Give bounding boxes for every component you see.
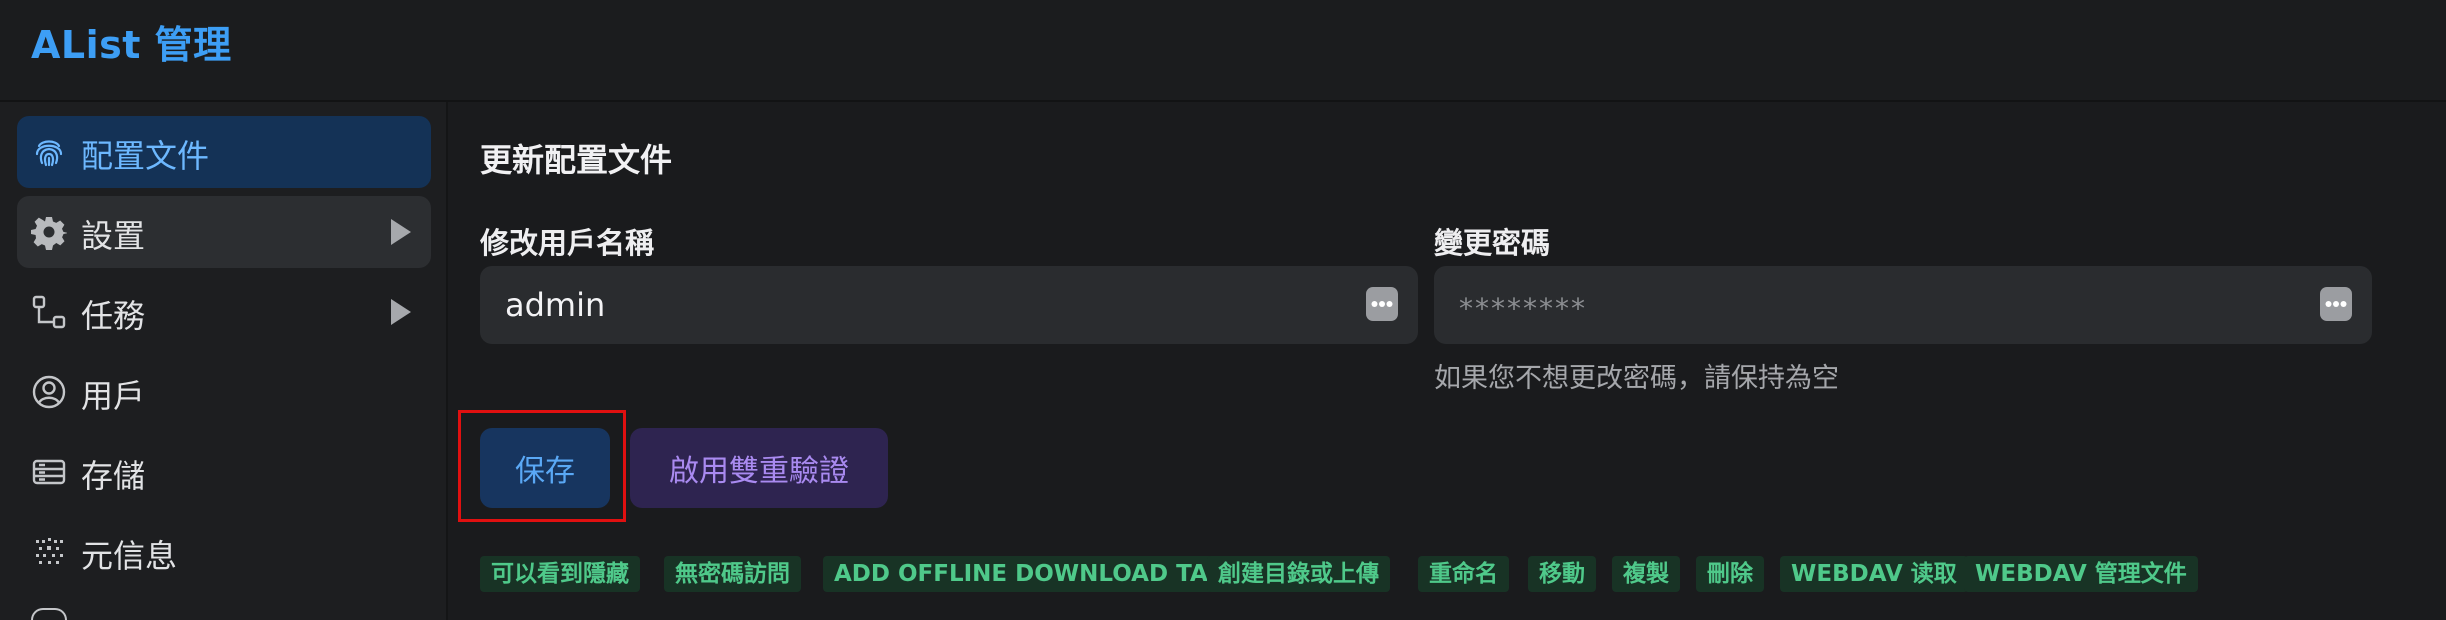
main-content: 更新配置文件 修改用戶名稱 admin 變更密碼 ******** 如果您不想更… (448, 102, 2446, 620)
permission-tag: ADD OFFLINE DOWNLOAD TASKS (823, 556, 1270, 592)
more-dots-icon (1371, 301, 1393, 307)
sidebar-item-profile[interactable]: 配置文件 (17, 116, 431, 188)
password-field[interactable]: ******** (1434, 266, 2372, 344)
password-label: 變更密碼 (1434, 226, 1551, 260)
sidebar-item-label: 元信息 (81, 537, 178, 575)
sidebar-item-label: 用戶 (81, 377, 146, 415)
permission-tag: WEBDAV 读取 (1780, 556, 1968, 592)
sidebar-item-label: 配置文件 (81, 137, 210, 175)
username-label: 修改用戶名稱 (480, 226, 655, 260)
sidebar-item-label: 任務 (81, 297, 146, 335)
fingerprint-icon (35, 140, 63, 167)
user-circle-icon (32, 375, 66, 409)
storage-icon (32, 459, 66, 485)
permission-tag: WEBDAV 管理文件 (1964, 556, 2198, 592)
username-field[interactable]: admin (480, 266, 1418, 344)
app-title[interactable]: AList 管理 (31, 14, 232, 69)
sidebar-next-item-partial (31, 608, 67, 620)
permission-tag: 刪除 (1696, 556, 1764, 592)
password-placeholder: ******** (1459, 292, 1587, 325)
permission-tag: 重命名 (1418, 556, 1509, 592)
sidebar-item-label: 存儲 (81, 457, 146, 495)
sidebar-item-users[interactable]: 用戶 (17, 356, 431, 428)
permission-tag: 複製 (1612, 556, 1680, 592)
password-manager-icon[interactable] (2320, 287, 2352, 321)
sidebar-item-storage[interactable]: 存儲 (17, 436, 431, 508)
flow-icon (32, 295, 66, 329)
more-dots-icon (2325, 301, 2347, 307)
enable-2fa-button[interactable]: 啟用雙重驗證 (630, 428, 888, 508)
sidebar-item-settings[interactable]: 設置 (17, 196, 431, 268)
password-helper-text: 如果您不想更改密碼，請保持為空 (1434, 363, 1839, 394)
permission-tag: 可以看到隱藏 (480, 556, 640, 592)
permission-tag: 無密碼訪問 (664, 556, 801, 592)
click-highlight-box (458, 410, 626, 522)
sidebar-item-label: 設置 (81, 217, 146, 255)
password-manager-icon[interactable] (1366, 287, 1398, 321)
page-title: 更新配置文件 (480, 141, 673, 179)
gear-icon (31, 217, 67, 250)
sidebar: 配置文件 設置 任務 用戶 存儲 元信息 (0, 102, 448, 620)
username-value: admin (505, 286, 606, 324)
expand-arrow-icon (391, 299, 411, 325)
sidebar-item-tasks[interactable]: 任務 (17, 276, 431, 348)
expand-arrow-icon (391, 219, 411, 245)
permission-tag: 移動 (1528, 556, 1596, 592)
top-bar: AList 管理 (0, 0, 2446, 102)
meta-icon (36, 538, 63, 564)
sidebar-item-meta[interactable]: 元信息 (17, 516, 431, 588)
permission-tag: 創建目錄或上傳 (1207, 556, 1390, 592)
